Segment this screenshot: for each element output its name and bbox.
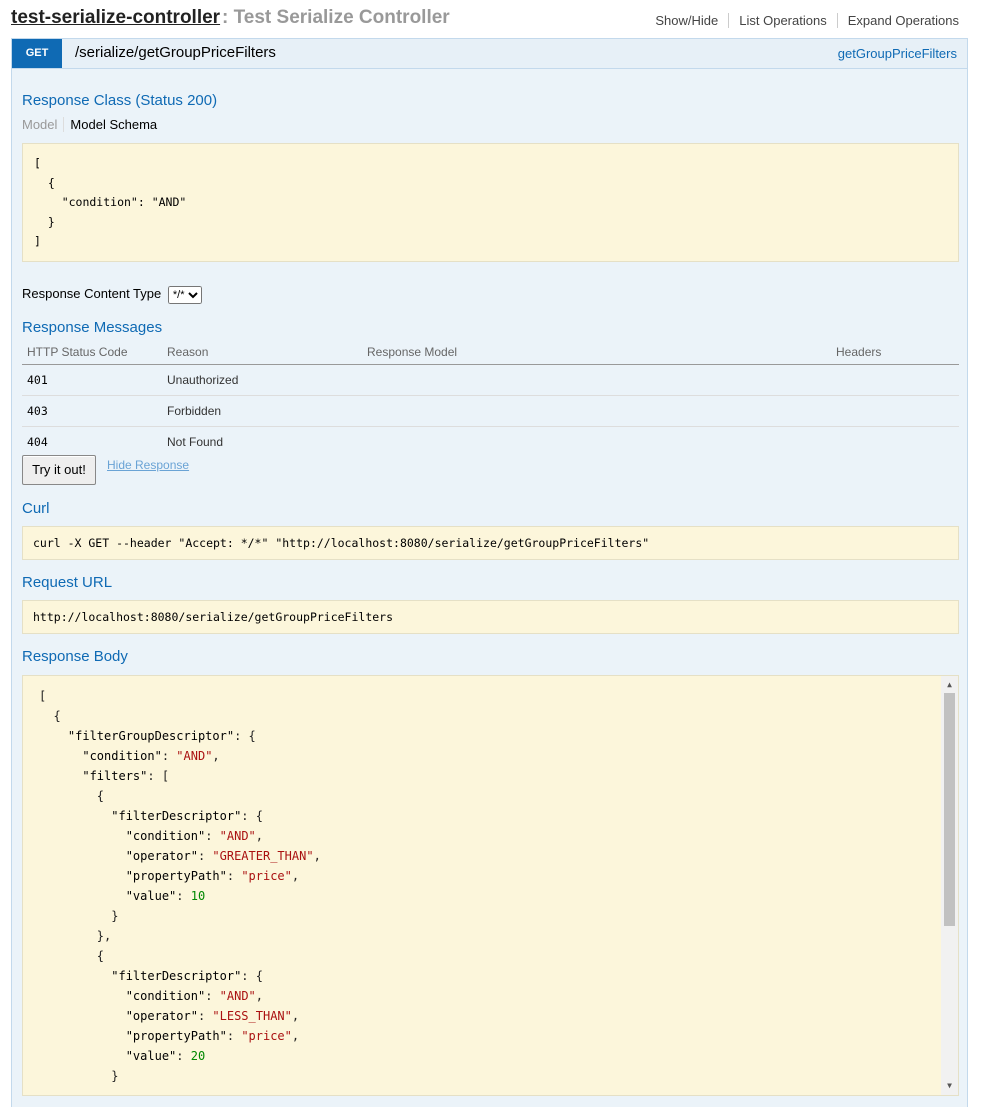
expand-operations-link[interactable]: Expand Operations xyxy=(838,13,959,28)
response-body-line: "value": 20 xyxy=(125,1049,206,1063)
scroll-up-arrow-icon[interactable]: ▲ xyxy=(941,678,958,692)
model-schema-code: [ { "condition": "AND" } ] xyxy=(34,156,187,248)
response-body-line: { xyxy=(39,709,61,723)
response-body-line: [ xyxy=(39,689,47,703)
response-body-line: "operator": "GREATER_THAN", xyxy=(125,849,321,863)
scrollbar-thumb[interactable] xyxy=(944,693,955,926)
header-operations: Show/Hide List Operations Expand Operati… xyxy=(645,13,959,28)
response-messages-title: Response Messages xyxy=(22,319,163,336)
col-response-model: Response Model xyxy=(362,341,831,365)
response-body-title: Response Body xyxy=(22,648,128,665)
content-type-label: Response Content Type xyxy=(22,286,162,301)
col-headers: Headers xyxy=(831,341,959,365)
response-body-line: "propertyPath": "price", xyxy=(125,869,300,883)
col-reason: Reason xyxy=(162,341,362,365)
response-messages-table: HTTP Status Code Reason Response Model H… xyxy=(22,341,959,457)
request-url-title: Request URL xyxy=(22,574,113,591)
response-body-line: }, xyxy=(39,929,112,943)
table-row: 401 Unauthorized xyxy=(22,364,959,396)
response-body-code: [ { "filterGroupDescriptor": { "conditio… xyxy=(23,676,958,1086)
http-method-badge[interactable]: GET xyxy=(12,39,62,68)
reason: Not Found xyxy=(167,435,224,449)
response-body-line: { xyxy=(39,949,105,963)
resource-header: test-serialize-controller : Test Seriali… xyxy=(11,0,959,38)
table-row: 404 Not Found xyxy=(22,427,959,458)
response-body-line: } xyxy=(39,909,119,923)
response-class-title: Response Class (Status 200) xyxy=(22,92,218,109)
request-url: http://localhost:8080/serialize/getGroup… xyxy=(33,610,394,624)
response-body-scrollbar[interactable]: ▲ ▼ xyxy=(941,676,958,1095)
tab-model[interactable]: Model xyxy=(22,117,65,132)
scroll-down-arrow-icon[interactable]: ▼ xyxy=(941,1079,958,1093)
list-operations-link[interactable]: List Operations xyxy=(729,13,838,28)
tab-model-schema[interactable]: Model Schema xyxy=(64,117,157,132)
reason: Unauthorized xyxy=(162,364,362,396)
curl-title: Curl xyxy=(22,500,50,517)
table-row: 403 Forbidden xyxy=(22,395,959,427)
try-it-out-button[interactable]: Try it out! xyxy=(22,455,96,485)
status-code: 401 xyxy=(22,364,162,396)
controller-description: : Test Serialize Controller xyxy=(222,7,450,28)
response-body-line: { xyxy=(39,789,105,803)
show-hide-link[interactable]: Show/Hide xyxy=(645,13,730,28)
response-body-box[interactable]: [ { "filterGroupDescriptor": { "conditio… xyxy=(22,675,959,1096)
reason: Forbidden xyxy=(162,395,362,427)
response-body-line: "filters": [ xyxy=(82,769,170,783)
response-body-line: "condition": "AND", xyxy=(125,989,263,1003)
status-code: 404 xyxy=(27,435,48,449)
response-body-line: "condition": "AND", xyxy=(125,829,263,843)
col-status-code: HTTP Status Code xyxy=(22,341,162,365)
response-body-line: } xyxy=(39,1069,119,1083)
content-type-select[interactable]: */* xyxy=(167,286,202,304)
operation-nickname[interactable]: getGroupPriceFilters xyxy=(838,46,957,61)
response-body-line: "filterDescriptor": { xyxy=(111,809,263,823)
model-schema-box: [ { "condition": "AND" } ] xyxy=(22,143,959,262)
response-body-line: "propertyPath": "price", xyxy=(125,1029,300,1043)
model-tabs: Model Model Schema xyxy=(22,117,157,132)
operation-path[interactable]: /serialize/getGroupPriceFilters xyxy=(75,44,276,61)
curl-command: curl -X GET --header "Accept: */*" "http… xyxy=(33,536,650,550)
response-body-line: "operator": "LESS_THAN", xyxy=(125,1009,300,1023)
response-body-line: "condition": "AND", xyxy=(82,749,220,763)
request-url-box: http://localhost:8080/serialize/getGroup… xyxy=(22,600,959,634)
response-body-line: "filterGroupDescriptor": { xyxy=(67,729,256,743)
status-code: 403 xyxy=(22,395,162,427)
operation-panel: GET /serialize/getGroupPriceFilters getG… xyxy=(11,38,968,1107)
curl-box: curl -X GET --header "Accept: */*" "http… xyxy=(22,526,959,560)
response-body-line: "value": 10 xyxy=(125,889,206,903)
response-content-type: Response Content Type */* xyxy=(22,286,202,304)
operation-heading[interactable]: GET /serialize/getGroupPriceFilters getG… xyxy=(12,39,967,69)
controller-link[interactable]: test-serialize-controller xyxy=(11,7,220,29)
response-body-line: "filterDescriptor": { xyxy=(111,969,263,983)
hide-response-link[interactable]: Hide Response xyxy=(107,458,189,472)
